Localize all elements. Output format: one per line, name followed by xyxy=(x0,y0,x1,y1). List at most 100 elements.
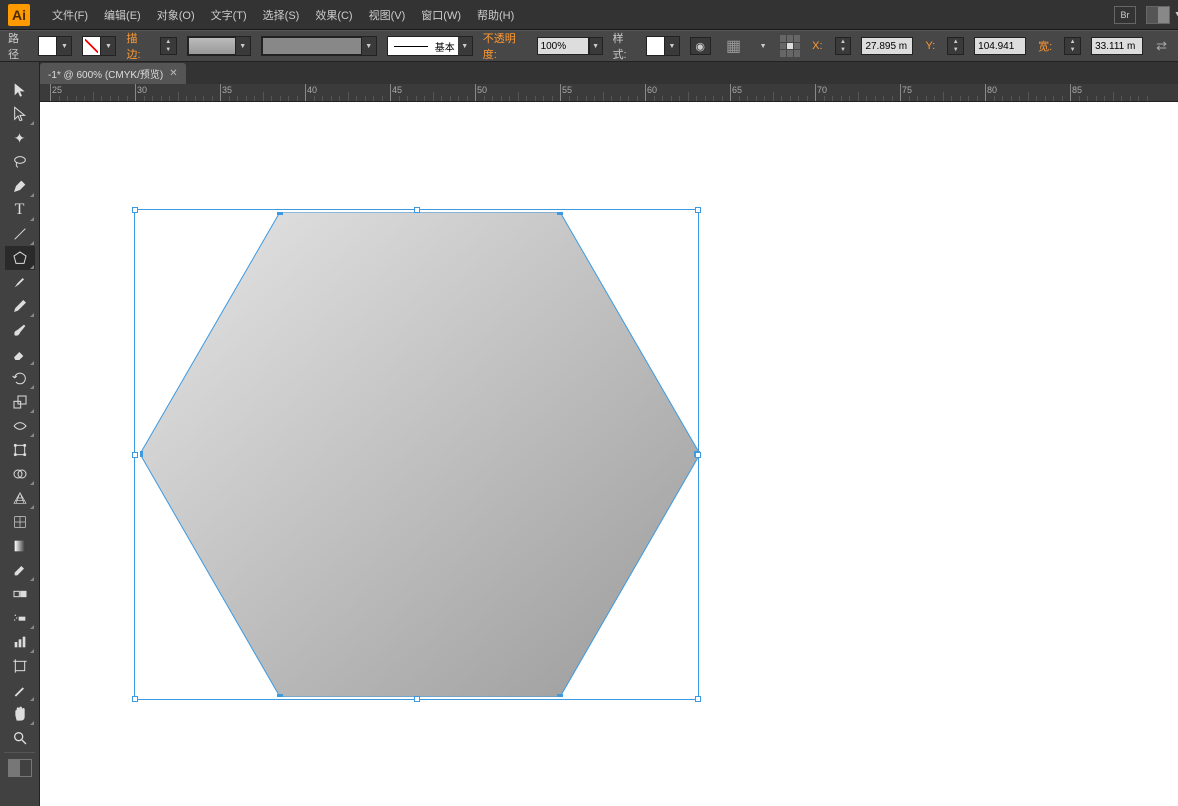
width-tool[interactable] xyxy=(5,414,35,438)
w-spinner[interactable]: ▲▼ xyxy=(1064,37,1081,55)
handle-mid-left[interactable] xyxy=(132,452,138,458)
gradient-tool[interactable] xyxy=(5,534,35,558)
polygon-tool[interactable] xyxy=(5,246,35,270)
y-spinner[interactable]: ▲▼ xyxy=(947,37,964,55)
handle-top-right[interactable] xyxy=(695,207,701,213)
control-bar: 路径 ▼ ▼ 描边: ▲▼ ▼ ▼ 基本 ▼ 不透明度: ▼ 样式: ▼ ◉ ▦… xyxy=(0,30,1178,62)
hand-tool[interactable] xyxy=(5,702,35,726)
menu-file[interactable]: 文件(F) xyxy=(44,1,96,29)
menu-select[interactable]: 选择(S) xyxy=(255,1,308,29)
document-tab-title: -1* @ 600% (CMYK/预览) xyxy=(48,66,163,81)
brush-profile-text: 基本 xyxy=(435,39,458,54)
handle-bot-mid[interactable] xyxy=(414,696,420,702)
ruler-label: 30 xyxy=(137,85,138,102)
ruler-label: 85 xyxy=(1072,85,1073,102)
y-input[interactable] xyxy=(974,37,1026,55)
opacity-input[interactable] xyxy=(537,37,589,55)
toolbar-collapse-handle[interactable] xyxy=(0,66,39,78)
menu-edit[interactable]: 编辑(E) xyxy=(96,1,149,29)
stroke-label: 描边: xyxy=(126,30,149,62)
menu-object[interactable]: 对象(O) xyxy=(149,1,203,29)
graphic-style-swatch[interactable]: ▼ xyxy=(646,36,680,56)
ruler-label: 35 xyxy=(222,85,223,102)
perspective-grid-tool[interactable] xyxy=(5,486,35,510)
align-dropdown[interactable]: ▼ xyxy=(757,43,770,50)
ruler-label: 50 xyxy=(477,85,478,102)
horizontal-ruler[interactable]: 25303540455055606570758085 xyxy=(40,84,1178,102)
ruler-label: 75 xyxy=(902,85,903,102)
ruler-label: 25 xyxy=(52,85,53,102)
menu-effect[interactable]: 效果(C) xyxy=(307,1,360,29)
w-input[interactable] xyxy=(1091,37,1143,55)
menu-type[interactable]: 文字(T) xyxy=(203,1,255,29)
handle-top-mid[interactable] xyxy=(414,207,420,213)
direct-select-tool[interactable] xyxy=(5,102,35,126)
menubar: Ai 文件(F) 编辑(E) 对象(O) 文字(T) 选择(S) 效果(C) 视… xyxy=(0,0,1178,30)
scale-tool[interactable] xyxy=(5,390,35,414)
blend-tool[interactable] xyxy=(5,582,35,606)
recolor-artwork-button[interactable]: ◉ xyxy=(690,37,711,55)
zoom-tool[interactable] xyxy=(5,726,35,750)
ruler-label: 70 xyxy=(817,85,818,102)
rotate-tool[interactable] xyxy=(5,366,35,390)
pen-tool[interactable] xyxy=(5,174,35,198)
brush-definition[interactable]: 基本 ▼ xyxy=(387,36,473,56)
arrange-documents-button[interactable] xyxy=(1146,6,1170,24)
reference-point[interactable] xyxy=(780,35,800,57)
type-tool[interactable]: T xyxy=(5,198,35,222)
slice-tool[interactable] xyxy=(5,678,35,702)
blob-brush-tool[interactable] xyxy=(5,318,35,342)
artboard-tool[interactable] xyxy=(5,654,35,678)
screen-mode-toggle[interactable] xyxy=(8,759,32,777)
paintbrush-tool[interactable] xyxy=(5,270,35,294)
menu-view[interactable]: 视图(V) xyxy=(361,1,414,29)
handle-top-left[interactable] xyxy=(132,207,138,213)
pencil-tool[interactable] xyxy=(5,294,35,318)
y-label: Y: xyxy=(925,40,935,52)
eraser-tool[interactable] xyxy=(5,342,35,366)
ruler-label: 60 xyxy=(647,85,648,102)
ruler-label: 65 xyxy=(732,85,733,102)
stroke-weight-spinner[interactable]: ▲▼ xyxy=(160,37,177,55)
menu-window[interactable]: 窗口(W) xyxy=(413,1,469,29)
app-logo: Ai xyxy=(8,4,30,26)
stroke-swatch[interactable]: ▼ xyxy=(82,36,116,56)
stroke-weight-dropdown[interactable]: ▼ xyxy=(187,36,251,56)
free-transform-tool[interactable] xyxy=(5,438,35,462)
ruler-label: 45 xyxy=(392,85,393,102)
graph-tool[interactable] xyxy=(5,630,35,654)
handle-bot-right[interactable] xyxy=(695,696,701,702)
fill-swatch[interactable]: ▼ xyxy=(38,36,72,56)
x-input[interactable] xyxy=(861,37,913,55)
handle-bot-left[interactable] xyxy=(132,696,138,702)
x-label: X: xyxy=(812,40,822,52)
opacity-label: 不透明度: xyxy=(483,30,527,62)
shape-builder-tool[interactable] xyxy=(5,462,35,486)
link-wh-icon[interactable]: ⇄ xyxy=(1153,38,1170,54)
bridge-button[interactable]: Br xyxy=(1114,6,1136,24)
selection-tool[interactable] xyxy=(5,78,35,102)
ruler-label: 80 xyxy=(987,85,988,102)
bounding-box[interactable] xyxy=(134,209,699,700)
line-tool[interactable] xyxy=(5,222,35,246)
symbol-sprayer-tool[interactable] xyxy=(5,606,35,630)
magic-wand-tool[interactable]: ✦ xyxy=(5,126,35,150)
align-button[interactable]: ▦ xyxy=(721,35,747,57)
mesh-tool[interactable] xyxy=(5,510,35,534)
document-tab[interactable]: -1* @ 600% (CMYK/预览) ✕ xyxy=(40,63,186,84)
lasso-tool[interactable] xyxy=(5,150,35,174)
ruler-label: 40 xyxy=(307,85,308,102)
variable-width-profile[interactable]: ▼ xyxy=(261,36,377,56)
document-tabbar: ▸▸✕ -1* @ 600% (CMYK/预览) ✕ xyxy=(0,62,1178,84)
eyedropper-tool[interactable] xyxy=(5,558,35,582)
menu-help[interactable]: 帮助(H) xyxy=(469,1,522,29)
close-tab-icon[interactable]: ✕ xyxy=(169,68,177,79)
x-spinner[interactable]: ▲▼ xyxy=(835,37,852,55)
selection-type-label: 路径 xyxy=(8,30,28,62)
handle-mid-right[interactable] xyxy=(695,452,701,458)
w-label: 宽: xyxy=(1038,38,1052,54)
style-label: 样式: xyxy=(613,30,636,62)
opacity-field[interactable]: ▼ xyxy=(537,37,603,55)
canvas[interactable] xyxy=(40,102,1178,806)
tools-panel: ✦ T xyxy=(0,62,40,806)
